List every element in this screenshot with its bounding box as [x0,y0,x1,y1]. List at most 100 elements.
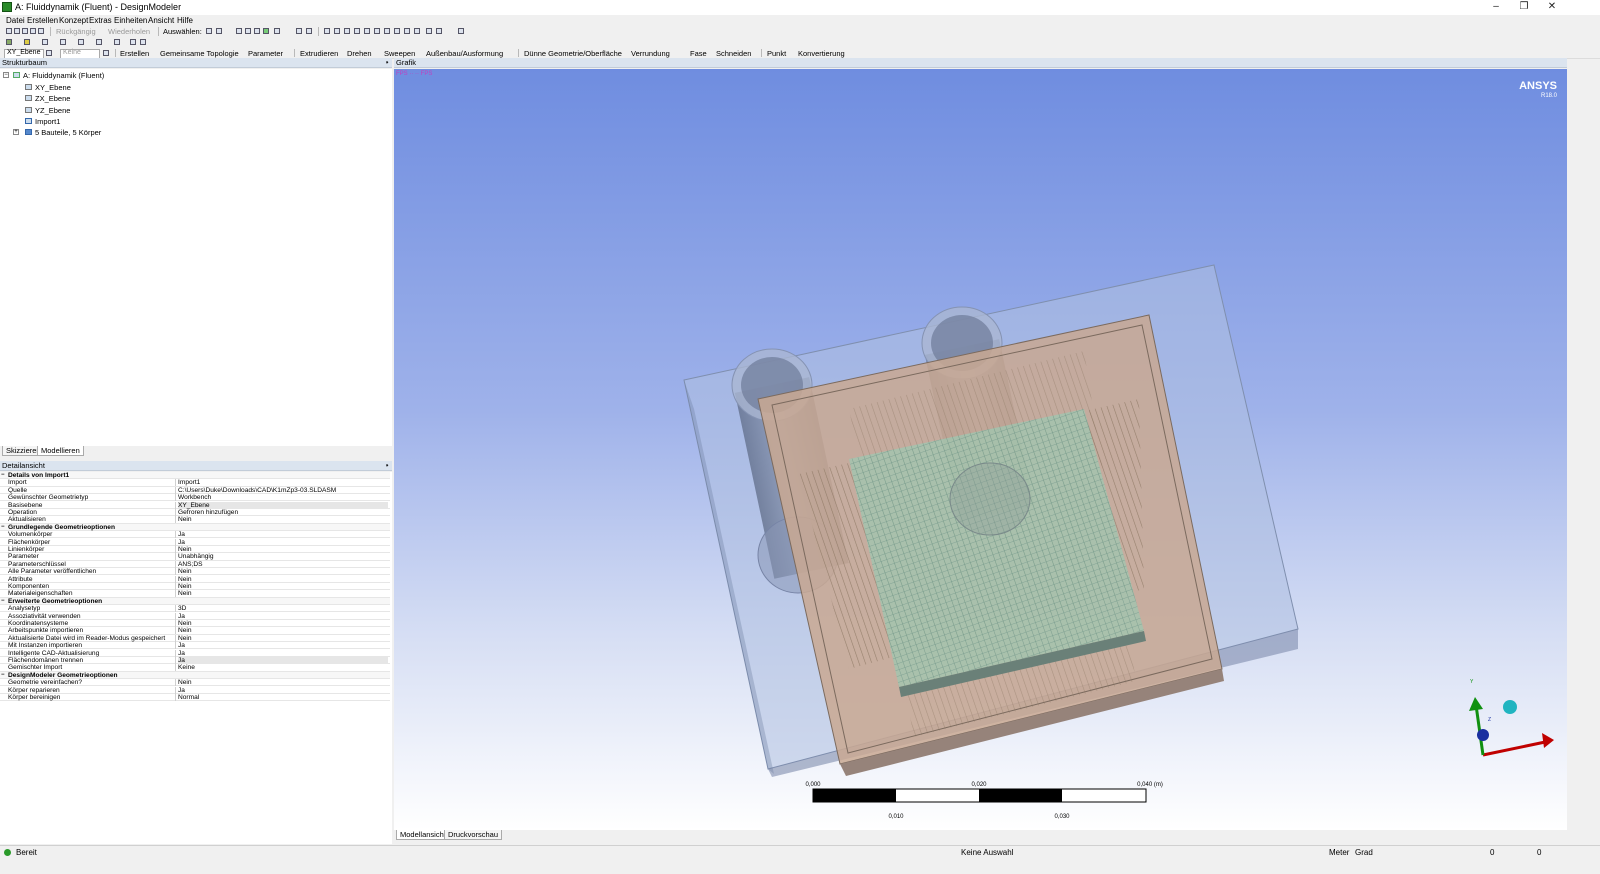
rotate-icon[interactable] [324,28,330,34]
column-divider[interactable] [175,516,176,524]
select-body-icon[interactable] [263,28,269,34]
details-value[interactable]: Nein [178,627,192,634]
details-value[interactable]: Nein [178,635,192,642]
details-row[interactable]: Volumenkörper Ja [0,531,390,539]
tree-expand-icon[interactable]: + [13,129,19,135]
details-value[interactable]: Ja [178,539,185,546]
details-value[interactable]: Workbench [178,494,211,501]
column-divider[interactable] [175,634,176,642]
details-value[interactable]: Normal [178,694,199,701]
tool-konvertierung[interactable]: Konvertierung [798,49,845,58]
status-unit-length[interactable]: Meter [1329,848,1349,857]
details-row[interactable]: Flächenkörper Ja [0,538,390,546]
undo-button[interactable]: Rückgängig [56,27,96,36]
pin-icon[interactable]: ⁍ [385,461,389,471]
column-divider[interactable] [175,486,176,494]
column-divider[interactable] [175,627,176,635]
section-collapse-icon[interactable]: − [1,672,5,679]
details-value[interactable]: Import1 [178,479,200,486]
tool-erstellen[interactable]: Erstellen [120,49,149,58]
details-value[interactable]: Ja [178,642,185,649]
menu-datei[interactable]: Datei [6,16,25,25]
details-row[interactable]: Gewünschter Geometrietyp Workbench [0,494,390,502]
details-row[interactable]: Parameter Unabhängig [0,553,390,561]
column-divider[interactable] [175,612,176,620]
tool-sweepen[interactable]: Sweepen [384,49,415,58]
column-divider[interactable] [175,583,176,590]
column-divider[interactable] [175,479,176,487]
details-row[interactable]: Mit Instanzen importieren Ja [0,642,390,650]
screenshot-icon[interactable] [38,28,44,34]
deselect-icon[interactable] [306,28,312,34]
column-divider[interactable] [175,538,176,546]
details-value[interactable]: Nein [178,590,192,597]
tool-parameter[interactable]: Parameter [248,49,283,58]
column-divider[interactable] [175,686,176,694]
select-edge-icon[interactable] [245,28,251,34]
column-divider[interactable] [175,546,176,553]
previous-view-icon[interactable] [404,28,410,34]
details-row[interactable]: Körper reparieren Ja [0,686,390,694]
details-row[interactable]: Koordinatensysteme Nein [0,620,390,628]
menu-hilfe[interactable]: Hilfe [177,16,193,25]
column-divider[interactable] [175,575,176,583]
restore-button[interactable]: ❐ [1510,0,1538,15]
trim-tool-icon[interactable] [96,39,102,45]
tool-extrudieren[interactable]: Extrudieren [300,49,338,58]
open-icon[interactable] [14,28,20,34]
grid-tool-icon[interactable] [140,39,146,45]
constraint-tool-icon[interactable] [78,39,84,45]
details-value[interactable]: Nein [178,620,192,627]
color-icon[interactable] [24,39,30,45]
status-unit-angle[interactable]: Grad [1355,848,1373,857]
menu-konzept[interactable]: Konzept [59,16,88,25]
column-divider[interactable] [175,620,176,627]
details-row[interactable]: Materialeigenschaften Nein [0,590,390,598]
details-value[interactable]: Ja [178,650,185,657]
tool-drehen[interactable]: Drehen [347,49,372,58]
column-divider[interactable] [175,694,176,701]
select-mode-icon[interactable] [206,28,212,34]
tab-modellansicht[interactable]: Modellansicht [396,830,450,840]
help-icon[interactable] [458,28,464,34]
layer-icon[interactable] [6,39,12,45]
details-row[interactable]: Körper bereinigen Normal [0,694,390,702]
details-row[interactable]: Arbeitspunkte importieren Nein [0,627,390,635]
close-button[interactable]: ✕ [1538,0,1566,15]
model-svg[interactable]: FPS ·· ·· FPS ANSYS R18.0 0,000 0,020 0,… [394,69,1567,830]
details-row[interactable]: Alle Parameter veröffentlichen Nein [0,568,390,576]
tool-punkt[interactable]: Punkt [767,49,786,58]
next-view-icon[interactable] [414,28,420,34]
details-value[interactable]: Gefroren hinzufügen [178,509,238,516]
details-row[interactable]: Import Import1 [0,479,390,487]
offset-tool-icon[interactable] [114,39,120,45]
export-icon[interactable] [30,28,36,34]
details-row[interactable]: Attribute Nein [0,575,390,583]
details-value[interactable]: Unabhängig [178,553,214,560]
tool-gemeinsame-topologie[interactable]: Gemeinsame Topologie [160,49,239,58]
column-divider[interactable] [175,553,176,561]
iso-ball-icon[interactable] [1503,700,1517,714]
details-value[interactable]: C:\Users\Duke\Downloads\CAD\K1mZp3-03.SL… [178,487,336,494]
details-value[interactable]: 3D [178,605,186,612]
save-icon[interactable] [22,28,28,34]
column-divider[interactable] [175,679,176,687]
new-sketch-icon[interactable] [103,50,109,56]
column-divider[interactable] [175,560,176,568]
tool-aussenbau-ausformung[interactable]: Außenbau/Ausformung [426,49,503,58]
tree-item-yz-ebene[interactable]: YZ_Ebene [35,106,70,115]
column-divider[interactable] [175,657,176,664]
column-divider[interactable] [175,494,176,502]
details-row[interactable]: Aktualisieren Nein [0,516,390,524]
details-row[interactable]: Assoziativität verwenden Ja [0,612,390,620]
details-row[interactable]: Quelle C:\Users\Duke\Downloads\CAD\K1mZp3… [0,486,390,495]
menu-ansicht[interactable]: Ansicht [148,16,174,25]
details-row[interactable]: Analysetyp 3D [0,605,390,613]
details-value[interactable]: Nein [178,583,192,590]
details-value[interactable]: Ja [178,531,185,538]
line-tool-icon[interactable] [42,39,48,45]
details-row[interactable]: Parameterschlüssel ANS;DS [0,560,390,569]
isometric-view-icon[interactable] [426,28,432,34]
menu-erstellen[interactable]: Erstellen [27,16,58,25]
section-collapse-icon[interactable]: − [1,524,5,531]
